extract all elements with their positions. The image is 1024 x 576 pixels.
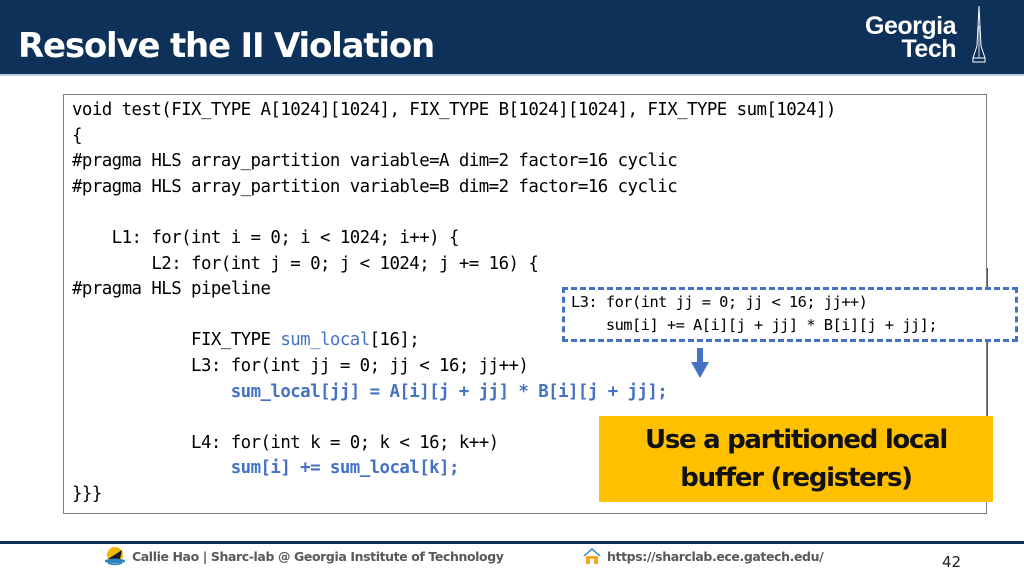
original-loop-line-2: sum[i] += A[i][j + jj] * B[i][j + jj];: [571, 316, 938, 334]
code-box-border-segment: [987, 342, 988, 416]
highlighted-code: sum_local[jj] = A[i][j + jj] * B[i][j + …: [230, 381, 668, 402]
callout-box: Use a partitioned local buffer (register…: [599, 416, 993, 502]
slide-title: Resolve the II Violation: [18, 26, 435, 66]
highlighted-code: sum[i] += sum_local[k];: [230, 458, 460, 479]
callout-line-1: Use a partitioned local: [645, 425, 948, 455]
code-line: L2: for(int j = 0; j < 1024; j += 16) {: [72, 253, 539, 274]
tech-tower-spire-icon: [972, 6, 986, 63]
sharc-lab-logo-icon: [105, 547, 125, 566]
callout-line-2: buffer (registers): [680, 463, 913, 493]
original-loop-code: L3: for(int jj = 0; jj < 16; jj++) sum[i…: [571, 291, 938, 337]
header-divider: [0, 74, 1024, 76]
home-icon[interactable]: [582, 547, 602, 565]
code-line: #pragma HLS pipeline: [72, 279, 271, 300]
code-line: {: [72, 125, 82, 146]
code-line: void test(FIX_TYPE A[1024][1024], FIX_TY…: [72, 100, 836, 120]
code-line: L4: for(int k = 0; k < 16; k++): [72, 432, 499, 453]
code-box-border-segment: [987, 268, 988, 287]
code-line: }}}: [72, 483, 102, 504]
code-line: L3: for(int jj = 0; jj < 16; jj++): [72, 355, 529, 376]
footer-author: Callie Hao | Sharc-lab @ Georgia Institu…: [132, 549, 504, 564]
code-line: #pragma HLS array_partition variable=A d…: [72, 151, 678, 172]
code-line: sum[i] += sum_local[k];: [72, 458, 460, 479]
footer-divider: [0, 541, 1024, 544]
georgia-tech-logo: Georgia Tech: [848, 6, 1008, 70]
footer-url-link[interactable]: https://sharclab.ece.gatech.edu/: [607, 549, 824, 564]
code-line: #pragma HLS array_partition variable=B d…: [72, 176, 678, 197]
code-line: sum_local[jj] = A[i][j + jj] * B[i][j + …: [72, 381, 668, 402]
highlighted-code: sum_local: [280, 330, 370, 351]
original-loop-line-1: L3: for(int jj = 0; jj < 16; jj++): [571, 293, 868, 311]
logo-text-tech: Tech: [901, 35, 957, 63]
code-line: FIX_TYPE sum_local[16];: [72, 330, 420, 351]
code-line: L1: for(int i = 0; i < 1024; i++) {: [72, 227, 460, 248]
page-number: 42: [942, 553, 962, 571]
down-arrow-icon: [691, 348, 709, 378]
